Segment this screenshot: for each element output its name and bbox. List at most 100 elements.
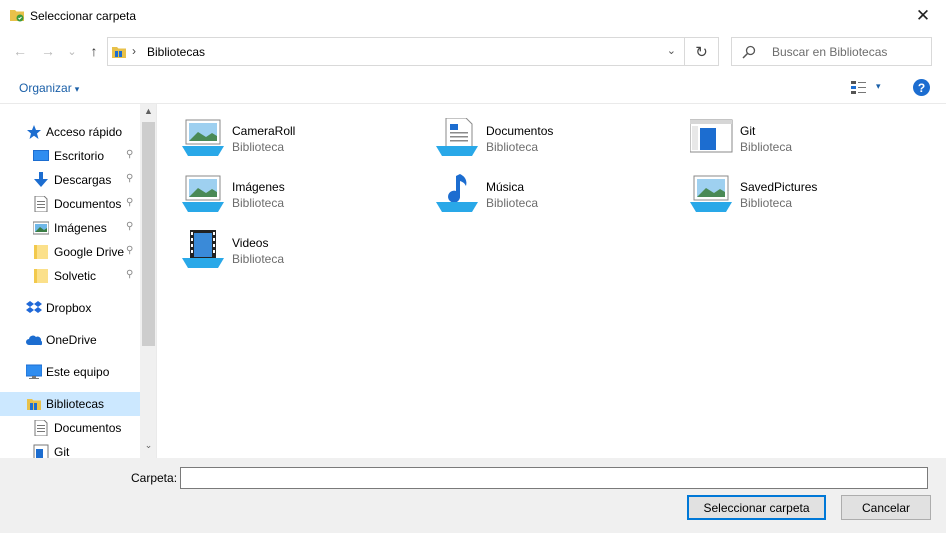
library-type: Biblioteca	[486, 196, 539, 210]
scrollbar-thumb[interactable]	[142, 122, 155, 346]
forward-button[interactable]: →	[39, 42, 57, 60]
back-button[interactable]: ←	[11, 42, 29, 60]
sidebar-item-documentos[interactable]: Documentos ⚲	[0, 192, 140, 216]
pictures-icon	[33, 221, 49, 235]
library-type: Biblioteca	[232, 196, 285, 210]
computer-icon	[26, 364, 42, 379]
library-item-documentos[interactable]: Documentos Biblioteca	[436, 118, 676, 166]
organize-label: Organizar	[19, 81, 72, 95]
folder-field[interactable]	[180, 467, 928, 489]
picture-library-icon	[182, 175, 224, 212]
address-dropdown-icon[interactable]: ⌄	[667, 44, 676, 57]
sidebar-item-descargas[interactable]: Descargas ⚲	[0, 168, 140, 192]
sidebar-item-label: Google Drive	[54, 245, 125, 259]
select-folder-button[interactable]: Seleccionar carpeta	[687, 495, 826, 520]
sidebar-item-label: Acceso rápido	[46, 125, 123, 139]
document-library-icon	[436, 118, 478, 156]
refresh-icon: ↻	[695, 43, 708, 61]
sidebar-item-label: Dropbox	[46, 301, 92, 315]
command-bar: Organizar ▾ ▾ ?	[0, 72, 946, 104]
folder-picker-icon	[10, 10, 24, 22]
sidebar-item-label: Escritorio	[54, 149, 105, 163]
sidebar-item-imagenes[interactable]: Imágenes ⚲	[0, 216, 140, 240]
library-item-git[interactable]: Git Biblioteca	[690, 118, 930, 166]
up-arrow-icon: ↑	[90, 43, 98, 59]
forward-arrow-icon: →	[41, 43, 55, 59]
chevron-down-icon: ⌄	[67, 45, 77, 58]
library-type: Biblioteca	[232, 140, 285, 154]
sidebar-item-label: Solvetic	[54, 269, 97, 283]
sidebar-item-label: Este equipo	[46, 365, 110, 379]
folder-label: Carpeta:	[131, 471, 178, 485]
library-type: Biblioteca	[740, 140, 793, 154]
navigation-bar: ← → ⌄ ↑ › Bibliotecas ⌄ ↻ Buscar en Bibl…	[0, 32, 946, 70]
sidebar-item-label: Documentos	[54, 421, 122, 435]
document-icon	[34, 420, 48, 436]
view-options-icon[interactable]	[851, 81, 866, 95]
star-icon	[27, 125, 41, 139]
sidebar-item-documentos-library[interactable]: Documentos	[0, 416, 140, 440]
library-name: SavedPictures	[740, 180, 818, 194]
folder-icon	[34, 269, 48, 283]
library-name: Videos	[232, 236, 269, 250]
sidebar-item-quick-access[interactable]: Acceso rápido	[0, 120, 140, 144]
view-dropdown-icon[interactable]: ▾	[876, 81, 881, 92]
sidebar-item-dropbox[interactable]: Dropbox	[0, 296, 140, 320]
pin-icon: ⚲	[126, 149, 134, 160]
git-library-icon	[33, 444, 49, 458]
search-box[interactable]: Buscar en Bibliotecas	[731, 37, 932, 66]
sidebar-item-google-drive[interactable]: Google Drive ⚲	[0, 240, 140, 264]
organize-button[interactable]: Organizar ▾	[19, 81, 79, 95]
download-icon	[34, 172, 48, 187]
help-icon[interactable]: ?	[913, 79, 930, 96]
library-name: Git	[740, 124, 756, 138]
pin-icon: ⚲	[126, 269, 134, 280]
libraries-view: CameraRoll Biblioteca Documentos Bibliot…	[158, 104, 946, 458]
sidebar-item-escritorio[interactable]: Escritorio ⚲	[0, 144, 140, 168]
refresh-button[interactable]: ↻	[685, 37, 719, 66]
sidebar-item-label: Imágenes	[54, 221, 107, 235]
search-input[interactable]: Buscar en Bibliotecas	[772, 45, 887, 59]
video-library-icon	[182, 230, 224, 268]
sidebar-item-solvetic[interactable]: Solvetic ⚲	[0, 264, 140, 288]
library-item-videos[interactable]: Videos Biblioteca	[182, 230, 422, 278]
folder-icon	[34, 245, 48, 259]
library-type: Biblioteca	[740, 196, 793, 210]
pin-icon: ⚲	[126, 245, 134, 256]
library-item-imagenes[interactable]: Imágenes Biblioteca	[182, 174, 422, 222]
cloud-icon	[26, 335, 42, 346]
music-library-icon	[436, 174, 478, 212]
generic-library-icon	[690, 119, 733, 153]
library-item-musica[interactable]: Música Biblioteca	[436, 174, 676, 222]
title-bar: Seleccionar carpeta ✕	[0, 0, 946, 32]
navigation-pane: Acceso rápido Escritorio ⚲ Descargas ⚲ D…	[0, 104, 157, 458]
library-name: Documentos	[486, 124, 554, 138]
library-type: Biblioteca	[486, 140, 539, 154]
pin-icon: ⚲	[126, 173, 134, 184]
sidebar-item-bibliotecas[interactable]: Bibliotecas	[0, 392, 140, 416]
breadcrumb-bibliotecas[interactable]: Bibliotecas	[147, 45, 205, 59]
scroll-down-icon[interactable]: ⌄	[140, 440, 156, 456]
library-name: CameraRoll	[232, 124, 296, 138]
sidebar-item-git[interactable]: Git	[0, 440, 140, 458]
close-button[interactable]: ✕	[900, 0, 946, 31]
back-arrow-icon: ←	[13, 43, 27, 59]
library-item-cameraroll[interactable]: CameraRoll Biblioteca	[182, 118, 422, 166]
cancel-button[interactable]: Cancelar	[841, 495, 931, 520]
recent-locations-button[interactable]: ⌄	[63, 42, 81, 60]
search-icon	[742, 45, 756, 59]
scroll-up-icon[interactable]: ▲	[140, 106, 156, 122]
libraries-icon	[112, 47, 126, 58]
picture-library-icon	[182, 119, 224, 156]
library-item-savedpictures[interactable]: SavedPictures Biblioteca	[690, 174, 930, 222]
sidebar-item-label: Descargas	[54, 173, 112, 187]
sidebar-item-este-equipo[interactable]: Este equipo	[0, 360, 140, 384]
sidebar-item-label: OneDrive	[46, 333, 97, 347]
up-button[interactable]: ↑	[85, 42, 103, 60]
sidebar-scrollbar[interactable]: ▲ ⌄	[140, 104, 156, 458]
library-name: Música	[486, 180, 525, 194]
pin-icon: ⚲	[126, 197, 134, 208]
sidebar-item-onedrive[interactable]: OneDrive	[0, 328, 140, 352]
address-bar[interactable]: › Bibliotecas ⌄	[107, 37, 685, 66]
sidebar-item-label: Git	[54, 445, 70, 458]
